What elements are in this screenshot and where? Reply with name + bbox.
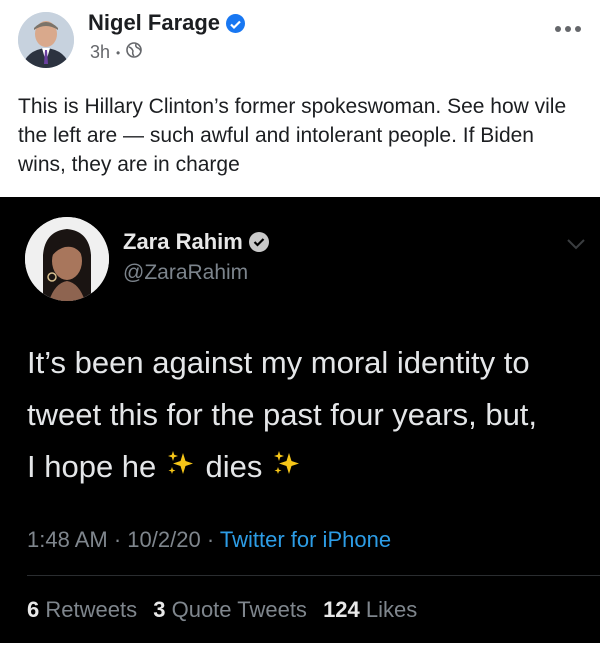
tweet-line-3: I hope he dies: [27, 441, 597, 495]
tweet-stats: 6 Retweets 3 Quote Tweets 124 Likes: [27, 597, 427, 623]
likes-label: Likes: [365, 597, 418, 622]
retweets-stat: 6 Retweets: [27, 597, 137, 622]
quotes-label: Quote Tweets: [171, 597, 307, 622]
likes-stat: 124 Likes: [323, 597, 417, 622]
sparkles-icon: [271, 443, 303, 495]
tweet-author-row: Zara Rahim: [123, 229, 269, 255]
verified-badge-icon: [226, 13, 246, 33]
retweets-label: Retweets: [45, 597, 138, 622]
tweet-date: 10/2/20: [127, 527, 201, 552]
tweet-line-2: tweet this for the past four years, but,: [27, 397, 538, 432]
author-avatar[interactable]: [18, 12, 74, 68]
quotes-stat: 3 Quote Tweets: [153, 597, 307, 622]
tweet-body: It’s been against my moral identity to t…: [27, 337, 597, 495]
author-name[interactable]: Nigel Farage: [88, 10, 220, 36]
post-text: This is Hillary Clinton’s former spokesw…: [18, 95, 567, 176]
tweet-time: 1:48 AM: [27, 527, 108, 552]
tweet-screenshot: Zara Rahim @ZaraRahim It’s been against …: [0, 197, 600, 643]
chevron-down-icon: [566, 237, 586, 255]
meta-dot: ·: [113, 527, 122, 552]
likes-count: 124: [323, 597, 360, 622]
tweet-avatar: [25, 217, 109, 301]
tweet-line-3-start: I hope he: [27, 449, 157, 484]
tweet-handle: @ZaraRahim: [123, 261, 249, 284]
tweet-line-1: It’s been against my moral identity to: [27, 345, 530, 380]
more-options-icon[interactable]: [554, 12, 582, 40]
sparkles-icon: [165, 443, 197, 495]
verified-badge-icon: [248, 232, 269, 252]
post-header: Nigel Farage 3h •: [0, 0, 600, 80]
post-time[interactable]: 3h: [90, 42, 110, 63]
retweets-count: 6: [27, 597, 40, 622]
meta-separator: •: [116, 45, 121, 60]
author-name-row: Nigel Farage: [88, 10, 246, 36]
tweet-divider: [27, 575, 600, 576]
tweet-meta: 1:48 AM · 10/2/20 · Twitter for iPhone: [27, 527, 391, 553]
post-meta: 3h •: [90, 42, 143, 63]
globe-icon: [126, 42, 143, 63]
meta-dot: ·: [206, 527, 215, 552]
tweet-source-link: Twitter for iPhone: [219, 527, 392, 552]
tweet-author-name: Zara Rahim: [123, 229, 243, 254]
quotes-count: 3: [153, 597, 166, 622]
tweet-line-3-end: dies: [205, 449, 263, 484]
